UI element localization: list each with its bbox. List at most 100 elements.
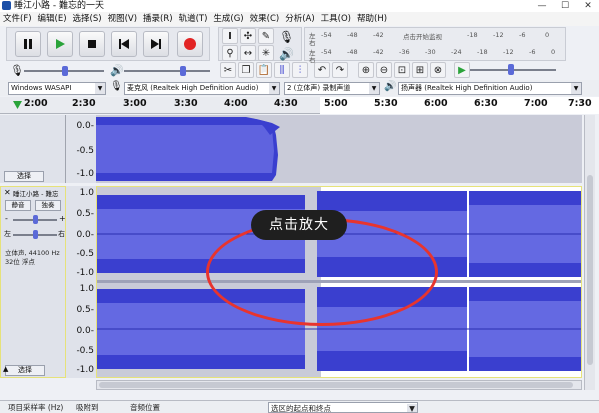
track-1-control-panel[interactable]: 选择 (0, 115, 66, 183)
ruler-label: 3:30 (174, 98, 198, 109)
menu-help[interactable]: 帮助(H) (354, 12, 390, 26)
microphone-icon: 🎙 (110, 81, 123, 92)
track-2-control-panel[interactable]: ✕ 睡江小路 - 難忘 静音 独奏 - + 左 右 立体声, 44100 Hz … (0, 186, 66, 378)
menu-edit[interactable]: 编辑(E) (35, 12, 70, 26)
zoom-toggle-icon: ⊗ (433, 64, 443, 76)
vertical-scroll-thumb[interactable] (587, 175, 593, 365)
selection-mode-dropdown[interactable]: 选区的起点和终点 ▼ (268, 402, 418, 413)
draw-tool[interactable]: ✎ (258, 28, 274, 44)
pencil-icon: ✎ (261, 30, 271, 42)
envelope-icon: ✣ (243, 30, 253, 42)
zoom-in-icon: ⊕ (361, 64, 371, 76)
menu-select[interactable]: 选择(S) (70, 12, 105, 26)
speaker-icon: 🔊 (279, 47, 294, 61)
ruler-label: 6:00 (424, 98, 448, 109)
menu-tracks[interactable]: 轨道(T) (176, 12, 211, 26)
record-button[interactable] (177, 31, 203, 57)
envelope-tool[interactable]: ✣ (240, 28, 256, 44)
recording-device-dropdown[interactable]: 麦克风 (Realtek High Definition Audio) ▼ (124, 82, 280, 95)
record-volume-thumb[interactable] (62, 66, 68, 76)
track-close-icon[interactable]: ✕ (4, 188, 11, 197)
play-speed-thumb[interactable] (508, 64, 514, 75)
pause-icon (24, 39, 32, 49)
copy-button[interactable]: ❐ (238, 62, 254, 78)
host-dropdown[interactable]: Windows WASAPI ▼ (8, 82, 106, 95)
microphone-icon: 🎙 (279, 30, 295, 44)
ruler-label: 4:30 (274, 98, 298, 109)
solo-button[interactable]: 独奏 (35, 200, 61, 211)
multi-tool[interactable]: ✳ (258, 45, 274, 61)
timeline-ruler[interactable]: 2:00 2:30 3:00 3:30 4:00 4:30 5:00 5:30 … (0, 97, 599, 114)
playback-device-dropdown[interactable]: 扬声器 (Realtek High Definition Audio) ▼ (398, 82, 582, 95)
timeshift-tool[interactable]: ↔ (240, 45, 256, 61)
zoom-toggle-button[interactable]: ⊗ (430, 62, 446, 78)
redo-button[interactable]: ↷ (332, 62, 348, 78)
app-icon (2, 1, 11, 10)
gain-slider-thumb[interactable] (33, 215, 38, 224)
vertical-scrollbar[interactable] (584, 115, 595, 390)
record-meter[interactable]: -54 -48 -42 点击开始监视 -18 -12 -6 0 (321, 31, 561, 43)
skip-start-button[interactable] (111, 31, 137, 57)
track-1-select-button[interactable]: 选择 (4, 171, 44, 182)
cut-button[interactable]: ✂ (220, 62, 236, 78)
record-meter-right-label: 右 (309, 39, 316, 47)
transport-toolbar (6, 27, 210, 61)
stop-button[interactable] (79, 31, 105, 57)
start-monitoring-hint[interactable]: 点击开始监视 (403, 31, 442, 41)
mute-button[interactable]: 静音 (5, 200, 31, 211)
horizontal-scroll-thumb[interactable] (99, 382, 573, 388)
window-title: 睡江小路 - 難忘的一天 (14, 1, 104, 11)
timeshift-icon: ↔ (243, 47, 253, 59)
close-button[interactable]: ✕ (577, 0, 599, 12)
horizontal-scrollbar[interactable] (96, 380, 582, 390)
copy-icon: ❐ (241, 64, 251, 76)
ruler-label: 2:00 (24, 98, 48, 109)
trim-button[interactable]: ⫼ (274, 62, 290, 78)
track-1-waveform[interactable] (96, 115, 582, 183)
skip-start-icon (119, 39, 129, 49)
zoom-tool[interactable]: ⚲ (222, 45, 238, 61)
collapse-track-icon[interactable]: ▲ (3, 365, 8, 373)
maximize-button[interactable]: ☐ (554, 0, 576, 12)
minimize-button[interactable]: — (531, 0, 553, 12)
redo-icon: ↷ (335, 64, 345, 76)
trim-icon: ⫼ (279, 64, 285, 76)
track-2-select-button[interactable]: 选择 (5, 365, 45, 376)
play-icon (56, 39, 65, 49)
menu-analyze[interactable]: 分析(A) (282, 12, 317, 26)
menu-generate[interactable]: 生成(G) (210, 12, 246, 26)
zoom-out-icon: ⊖ (379, 64, 389, 76)
zoom-in-button[interactable]: ⊕ (358, 62, 374, 78)
fit-project-button[interactable]: ⊞ (412, 62, 428, 78)
skip-end-button[interactable] (143, 31, 169, 57)
play-at-speed-button[interactable]: ▶ (454, 62, 470, 78)
play-button[interactable] (47, 31, 73, 57)
chevron-down-icon: ▼ (407, 404, 417, 412)
menu-tools[interactable]: 工具(O) (318, 12, 354, 26)
pan-slider-thumb[interactable] (33, 230, 38, 239)
multi-tool-icon: ✳ (261, 47, 271, 59)
fit-selection-button[interactable]: ⊡ (394, 62, 410, 78)
ruler-label: 7:30 (568, 98, 592, 109)
menu-file[interactable]: 文件(F) (0, 12, 35, 26)
menu-transport[interactable]: 播录(R) (140, 12, 176, 26)
selection-tool[interactable]: I (222, 28, 238, 44)
paste-button[interactable]: 📋 (256, 62, 272, 78)
menu-effect[interactable]: 效果(C) (247, 12, 283, 26)
channels-dropdown[interactable]: 2 (立体声) 录制声道 ▼ (284, 82, 380, 95)
playback-volume-slider[interactable] (124, 70, 210, 72)
silence-button[interactable]: ⫶ (292, 62, 308, 78)
playback-volume-thumb[interactable] (180, 66, 186, 76)
magnifier-icon: ⚲ (226, 47, 234, 59)
chevron-down-icon: ▼ (95, 83, 105, 94)
ruler-label: 6:30 (474, 98, 498, 109)
track-name-menu[interactable]: 睡江小路 - 難忘 (13, 188, 65, 198)
playback-meter[interactable]: -54 -48 -42 -36 -30 -24 -18 -12 -6 0 (321, 48, 561, 60)
chevron-down-icon: ▼ (369, 83, 379, 94)
project-rate-label: 项目采样率 (Hz) (8, 403, 64, 412)
zoom-out-button[interactable]: ⊖ (376, 62, 392, 78)
undo-button[interactable]: ↶ (314, 62, 330, 78)
ruler-label: 5:00 (324, 98, 348, 109)
pause-button[interactable] (15, 31, 41, 57)
menu-view[interactable]: 视图(V) (105, 12, 140, 26)
